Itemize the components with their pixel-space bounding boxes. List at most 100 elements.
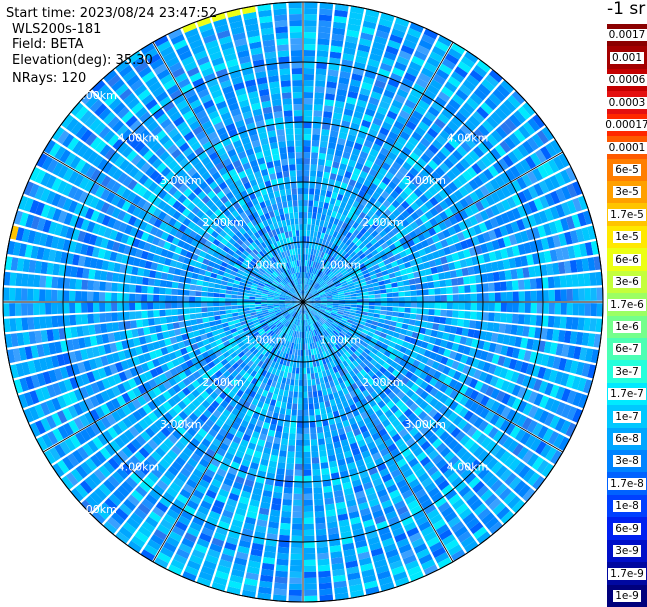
range-gate-cell (136, 319, 143, 328)
range-gate-cell (312, 236, 317, 244)
range-gate-cell (111, 292, 118, 302)
range-gate-cell (303, 224, 307, 231)
range-gate-cell (314, 92, 325, 99)
range-gate-cell (309, 182, 316, 189)
range-gate-cell (325, 190, 333, 198)
range-gate-cell (231, 309, 238, 313)
range-gate-cell (296, 433, 303, 440)
range-gate-cell (285, 378, 291, 385)
range-gate-cell (285, 469, 294, 476)
range-gate-cell (310, 367, 314, 374)
range-gate-cell (317, 564, 331, 572)
range-gate-cell (75, 314, 83, 325)
range-gate-cell (325, 406, 333, 414)
range-gate-cell (391, 316, 398, 322)
range-gate-cell (203, 276, 211, 282)
range-gate-cell (304, 2, 318, 9)
range-gate-cell (219, 297, 226, 302)
range-gate-cell (304, 583, 317, 590)
range-gate-cell (209, 321, 216, 327)
range-gate-cell (308, 355, 313, 362)
range-gate-cell (291, 541, 303, 548)
range-gate-cell (149, 270, 157, 278)
range-gate-cell (380, 289, 387, 294)
range-gate-cell (275, 400, 282, 408)
range-gate-cell (75, 279, 83, 290)
range-gate-cell (287, 445, 295, 452)
range-gate-cell (303, 475, 312, 482)
range-gate-cell (226, 313, 233, 318)
range-gate-cell (93, 302, 100, 313)
range-gate-cell (311, 146, 319, 153)
range-gate-cell (112, 322, 120, 332)
range-gate-cell (312, 469, 321, 476)
range-gate-cell (159, 309, 166, 317)
range-gate-cell (432, 273, 440, 281)
range-gate-cell (304, 44, 316, 51)
range-gate-cell (404, 307, 411, 313)
range-gate-cell (321, 129, 330, 136)
range-gate-cell (215, 319, 222, 325)
range-gate-cell (288, 366, 293, 374)
range-gate-cell (295, 445, 303, 452)
range-gate-cell (317, 390, 323, 397)
range-gate-cell (362, 302, 369, 306)
range-gate-cell (201, 297, 208, 302)
range-gate-cell (313, 230, 318, 238)
range-gate-cell (388, 272, 396, 279)
range-gate-cell (27, 317, 35, 330)
range-gate-cell (141, 302, 148, 310)
range-gate-cell (320, 189, 327, 197)
range-gate-cell (374, 306, 381, 310)
range-gate-cell (428, 302, 435, 309)
range-gate-cell (367, 287, 375, 292)
range-gate-cell (470, 311, 477, 320)
range-gate-cell (324, 165, 332, 173)
range-gate-cell (303, 451, 311, 458)
range-gate-cell (303, 344, 306, 350)
range-gate-cell (317, 164, 325, 172)
range-gate-cell (458, 285, 465, 294)
range-gate-cell (394, 327, 402, 334)
range-gate-cell (304, 331, 307, 338)
range-gate-cell (281, 377, 287, 385)
range-gate-cell (482, 302, 489, 311)
range-gate-cell (374, 294, 381, 298)
range-gate-cell (314, 402, 320, 410)
range-gate-cell (219, 293, 226, 298)
range-gate-cell (554, 303, 561, 315)
range-gate-cell (283, 487, 293, 494)
range-gate-cell (300, 355, 303, 362)
range-gate-cell (307, 379, 312, 386)
range-gate-cell (196, 280, 204, 286)
range-gate-cell (438, 272, 446, 280)
range-gate-cell (345, 302, 351, 305)
range-gate-cell (171, 295, 178, 302)
range-gate-cell (106, 322, 114, 333)
range-gate-cell (195, 296, 202, 302)
range-gate-cell (316, 50, 329, 58)
range-gate-cell (304, 553, 316, 560)
range-gate-cell (303, 92, 314, 99)
range-gate-cell (304, 595, 318, 602)
range-gate-cell (524, 302, 531, 313)
range-gate-cell (135, 311, 142, 319)
range-gate-cell (303, 457, 311, 464)
range-gate-cell (319, 456, 328, 463)
range-gate-cell (303, 463, 312, 470)
range-gate-cell (105, 292, 112, 302)
range-gate-cell (464, 302, 471, 311)
range-gate-cell (299, 373, 303, 380)
range-gate-cell (278, 456, 287, 463)
range-gate-cell (361, 288, 369, 293)
range-gate-cell (15, 273, 23, 287)
range-gate-cell (303, 74, 314, 81)
range-gate-cell (33, 288, 40, 301)
range-gate-cell (171, 315, 179, 323)
range-gate-cell (273, 437, 281, 445)
range-gate-cell (572, 288, 579, 301)
range-gate-cell (273, 485, 283, 493)
range-gate-cell (313, 396, 319, 404)
range-gate-cell (147, 278, 155, 286)
range-gate-cell (571, 317, 579, 330)
